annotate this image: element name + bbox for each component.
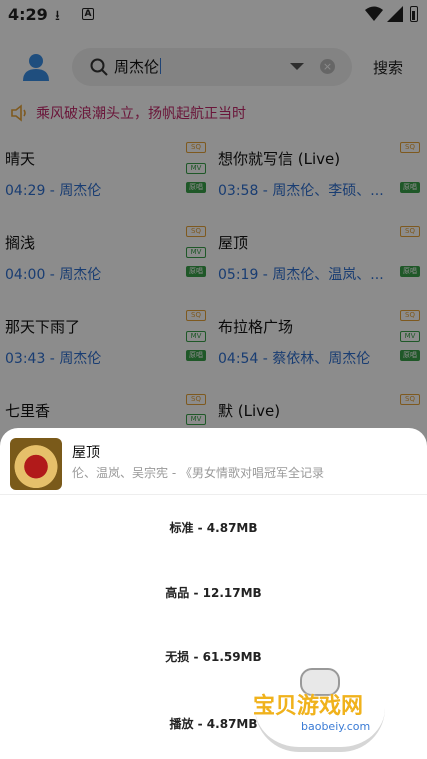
quality-lossless-option[interactable]: 无损 - 61.59MB <box>0 648 427 665</box>
watermark-url: baobeiy.com <box>295 720 377 733</box>
divider <box>0 494 427 495</box>
quality-high-option[interactable]: 高品 - 12.17MB <box>0 584 427 601</box>
watermark-logo: 宝贝游戏网 baobeiy.com <box>245 668 395 754</box>
app-screen: 4:29 ⭳ A 周杰伦 × 搜索 乘风破浪潮头立，扬帆起航正当时 晴天 04:… <box>0 0 427 759</box>
sheet-song-subtitle: 伦、温岚、吴宗宪 - 《男女情歌对唱冠军全记录 <box>72 466 324 480</box>
quality-standard-option[interactable]: 标准 - 4.87MB <box>0 519 427 536</box>
sheet-song-title: 屋顶 <box>72 445 100 461</box>
album-cover <box>10 438 62 490</box>
watermark-text: 宝贝游戏网 <box>253 694 364 719</box>
